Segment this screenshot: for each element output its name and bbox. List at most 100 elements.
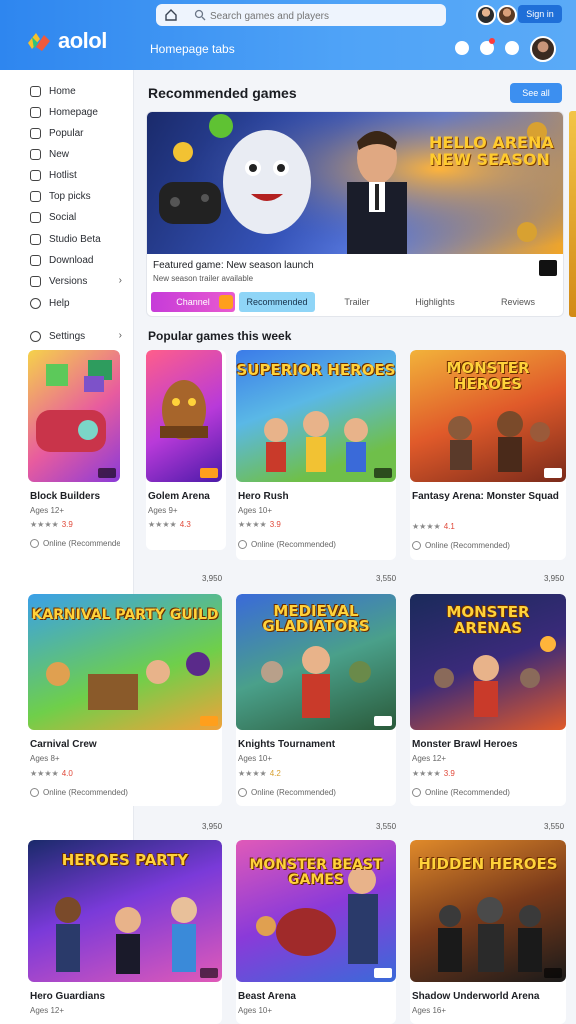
rating-score: 3.9 bbox=[443, 769, 455, 778]
player-count: 3,950 bbox=[202, 574, 223, 583]
game-card[interactable]: Block Builders Ages 12+ ★★★★ 3.9 Online (… bbox=[28, 350, 120, 560]
featured-image[interactable]: HELLO ARENA NEW SEASON bbox=[147, 112, 563, 254]
sidebar-item-versions[interactable]: Versions › bbox=[30, 272, 126, 290]
game-card[interactable]: MONSTER HEROES Fantasy Arena: Monster Sq… bbox=[410, 350, 566, 560]
game-card[interactable]: HEROES PARTY Hero Guardians Ages 12+ bbox=[28, 840, 222, 1024]
game-title: Monster Brawl Heroes bbox=[412, 739, 518, 750]
status-text: Online (Recommended) bbox=[425, 788, 510, 797]
game-thumbnail[interactable]: MONSTER ARENAS bbox=[410, 594, 566, 730]
media-tag bbox=[200, 716, 218, 726]
sidebar-item-help[interactable]: Help bbox=[30, 294, 126, 312]
game-meta: Ages 12+ bbox=[30, 506, 65, 515]
sidebar-item-label: New bbox=[49, 148, 70, 160]
rating-stars: ★★★★ bbox=[30, 769, 59, 778]
sidebar-item-homepage[interactable]: Homepage bbox=[30, 103, 126, 121]
logo-icon bbox=[28, 33, 50, 51]
sidebar-item-label: Home bbox=[49, 85, 76, 97]
see-all-button[interactable]: See all bbox=[510, 83, 562, 103]
page-title: Recommended games bbox=[148, 85, 297, 101]
star-icon bbox=[30, 148, 41, 160]
game-title: Golem Arena bbox=[148, 491, 210, 502]
game-card[interactable]: MONSTER BEAST GAMES Beast Arena Ages 10+ bbox=[236, 840, 396, 1024]
featured-banner[interactable]: HELLO ARENA NEW SEASON Featured game: Ne… bbox=[146, 111, 564, 317]
search-icon[interactable] bbox=[194, 9, 206, 21]
friend-avatar[interactable] bbox=[497, 5, 517, 25]
media-tag bbox=[200, 468, 218, 478]
game-rating: ★★★★ 3.9 bbox=[238, 520, 281, 529]
game-thumbnail[interactable]: HIDDEN HEROES bbox=[410, 840, 566, 982]
featured-subtitle: New season trailer available bbox=[153, 274, 254, 283]
chevron-right-icon: › bbox=[118, 275, 122, 286]
game-art-title: MONSTER HEROES bbox=[446, 359, 530, 393]
layers-icon bbox=[30, 275, 41, 287]
sidebar-item-studio[interactable]: Studio Beta bbox=[30, 230, 126, 248]
tab-reviews[interactable]: Reviews bbox=[481, 292, 555, 312]
notification-badge bbox=[489, 38, 495, 44]
game-thumbnail[interactable] bbox=[28, 350, 120, 482]
header-nav-label[interactable]: Homepage tabs bbox=[150, 42, 235, 56]
tab-channel[interactable]: Channel bbox=[151, 292, 235, 312]
game-card[interactable]: MONSTER ARENAS Monster Brawl Heroes Ages… bbox=[410, 594, 566, 806]
fire-icon bbox=[30, 127, 41, 139]
tab-recommended[interactable]: Recommended bbox=[239, 292, 315, 312]
game-thumbnail[interactable]: MEDIEVAL GLADIATORS bbox=[236, 594, 396, 730]
game-card[interactable]: SUPERIOR HEROES Hero Rush Ages 10+ ★★★★ 3… bbox=[236, 350, 396, 560]
rating-score: 3.9 bbox=[61, 520, 73, 529]
status-icon bbox=[238, 788, 247, 797]
users-icon bbox=[30, 211, 41, 223]
sidebar-item-top-picks[interactable]: Top picks bbox=[30, 187, 126, 205]
clock-icon[interactable] bbox=[455, 41, 469, 55]
game-title: Shadow Underworld Arena bbox=[412, 991, 540, 1002]
sidebar-item-social[interactable]: Social bbox=[30, 208, 126, 226]
game-thumbnail[interactable] bbox=[146, 350, 222, 482]
game-meta: Ages 8+ bbox=[30, 754, 60, 763]
game-thumbnail[interactable]: HEROES PARTY bbox=[28, 840, 222, 982]
sidebar-item-new[interactable]: New bbox=[30, 145, 126, 163]
sidebar-item-download[interactable]: Download bbox=[30, 251, 126, 269]
game-thumbnail[interactable]: KARNIVAL PARTY GUILD bbox=[28, 594, 222, 730]
media-tag bbox=[200, 968, 218, 978]
profile-avatar[interactable] bbox=[530, 36, 556, 62]
status-text: Online (Recommended) bbox=[251, 540, 336, 549]
game-art-title: HIDDEN HEROES bbox=[418, 855, 558, 873]
game-art-title: MONSTER ARENAS bbox=[446, 603, 530, 637]
game-card[interactable]: MEDIEVAL GLADIATORS Knights Tournament A… bbox=[236, 594, 396, 806]
sign-in-button[interactable]: Sign in bbox=[518, 5, 562, 23]
app-logo[interactable]: aolol bbox=[26, 28, 107, 54]
sidebar-item-label: Social bbox=[49, 211, 77, 223]
friend-avatar[interactable] bbox=[476, 5, 496, 25]
game-card[interactable]: HIDDEN HEROES Shadow Underworld Arena Ag… bbox=[410, 840, 566, 1024]
player-count: 3,550 bbox=[544, 822, 565, 831]
play-icon[interactable] bbox=[505, 41, 519, 55]
rating-score: 4.2 bbox=[269, 769, 281, 778]
sidebar-item-home[interactable]: Home bbox=[30, 82, 126, 100]
game-card[interactable]: KARNIVAL PARTY GUILD Carnival Crew Ages … bbox=[28, 594, 222, 806]
game-rating: ★★★★ 3.9 bbox=[412, 769, 455, 778]
rating-score: 4.0 bbox=[61, 769, 73, 778]
tab-highlights[interactable]: Highlights bbox=[397, 292, 473, 312]
sidebar-item-label: Hotlist bbox=[49, 169, 77, 181]
help-icon bbox=[30, 297, 41, 309]
media-tag bbox=[544, 968, 562, 978]
home-icon[interactable] bbox=[164, 8, 178, 22]
rating-score: 4.3 bbox=[179, 520, 191, 529]
sidebar-item-label: Settings bbox=[49, 330, 86, 342]
game-artwork bbox=[160, 380, 208, 440]
player-count: 3,550 bbox=[376, 574, 397, 583]
game-title: Fantasy Arena: Monster Squad bbox=[412, 491, 559, 502]
tab-trailer[interactable]: Trailer bbox=[327, 292, 387, 312]
game-thumbnail[interactable]: SUPERIOR HEROES bbox=[236, 350, 396, 482]
player-count: 3,550 bbox=[376, 822, 397, 831]
game-thumbnail[interactable]: MONSTER HEROES bbox=[410, 350, 566, 482]
sidebar-item-settings[interactable]: Settings › bbox=[30, 327, 126, 345]
game-thumbnail[interactable]: MONSTER BEAST GAMES bbox=[236, 840, 396, 982]
rating-stars: ★★★★ bbox=[412, 522, 441, 531]
game-art-title: KARNIVAL PARTY GUILD bbox=[31, 607, 219, 623]
game-card[interactable]: Golem Arena Ages 9+ ★★★★ 4.3 bbox=[146, 350, 226, 550]
rating-score: 4.1 bbox=[443, 522, 455, 531]
game-rating: ★★★★ 3.9 bbox=[30, 520, 73, 529]
sidebar-item-hotlist[interactable]: Hotlist bbox=[30, 166, 126, 184]
sidebar-item-popular[interactable]: Popular bbox=[30, 124, 126, 142]
next-banner-peek[interactable] bbox=[569, 111, 576, 317]
search-input[interactable] bbox=[210, 8, 440, 24]
